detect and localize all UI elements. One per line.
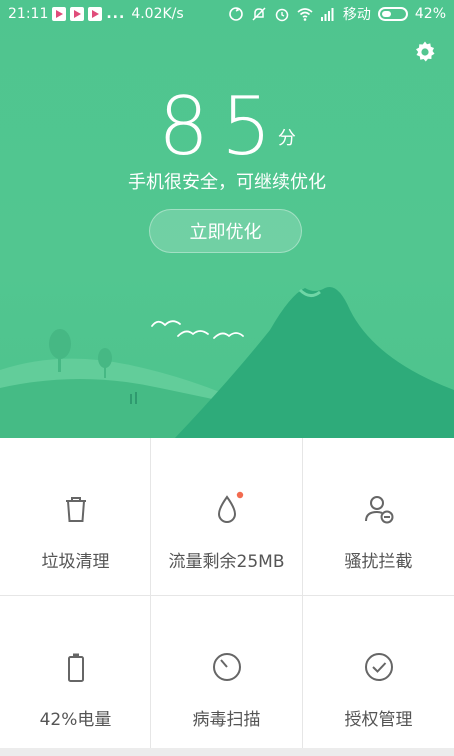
tool-harassment-block[interactable]: 骚扰拦截	[303, 438, 454, 595]
more-notifications: ...	[106, 6, 126, 22]
tools-grid: 垃圾清理 流量剩余25MB 骚扰拦截 42%电量 病毒扫描 授权管理	[0, 438, 454, 756]
mute-icon	[252, 7, 266, 21]
tool-virus-scan[interactable]: 病毒扫描	[151, 596, 302, 753]
security-score: 85分	[0, 82, 454, 172]
alarm-icon	[275, 8, 289, 22]
notification-app-icon	[52, 7, 67, 21]
status-time: 21:11	[8, 6, 49, 22]
trash-icon	[65, 497, 86, 522]
virus-scan-icon	[212, 653, 241, 681]
score-value: 85	[158, 80, 284, 173]
tool-label: 病毒扫描	[192, 710, 261, 730]
tool-label: 流量剩余25MB	[168, 552, 285, 572]
sync-icon	[229, 7, 243, 21]
security-dashboard-header: 21:11 ... 4.02K/s 移动 42% 85分 手机很安全，可继续优化…	[0, 0, 454, 438]
notification-app-icon	[88, 7, 103, 21]
score-unit: 分	[277, 128, 296, 149]
status-bar: 21:11 ... 4.02K/s 移动 42%	[0, 0, 454, 28]
tool-label: 垃圾清理	[41, 552, 110, 572]
user-block-icon	[364, 496, 393, 524]
landscape-illustration	[0, 286, 454, 438]
battery-icon	[67, 653, 84, 682]
carrier-name: 移动	[342, 7, 371, 23]
tool-data-usage[interactable]: 流量剩余25MB	[151, 438, 302, 595]
tool-label: 42%电量	[39, 710, 112, 730]
bottom-edge	[0, 748, 454, 756]
security-status-text: 手机很安全，可继续优化	[128, 172, 326, 193]
notification-app-icon	[70, 7, 85, 21]
signal-icon	[320, 8, 334, 21]
battery-icon	[377, 7, 408, 21]
data-drop-icon	[217, 491, 243, 523]
tool-label: 授权管理	[344, 710, 413, 730]
battery-percent: 42%	[414, 6, 446, 22]
wifi-icon	[297, 8, 313, 21]
settings-gear-icon[interactable]	[413, 40, 437, 64]
tool-battery[interactable]: 42%电量	[0, 596, 151, 753]
battery-fill	[381, 11, 391, 17]
optimize-button[interactable]: 立即优化	[149, 209, 302, 253]
tool-permission-management[interactable]: 授权管理	[303, 596, 454, 753]
network-speed: 4.02K/s	[131, 6, 184, 22]
tool-junk-cleanup[interactable]: 垃圾清理	[0, 438, 151, 595]
tool-label: 骚扰拦截	[344, 552, 413, 572]
permission-check-icon	[364, 653, 393, 681]
notification-dot	[236, 491, 243, 499]
